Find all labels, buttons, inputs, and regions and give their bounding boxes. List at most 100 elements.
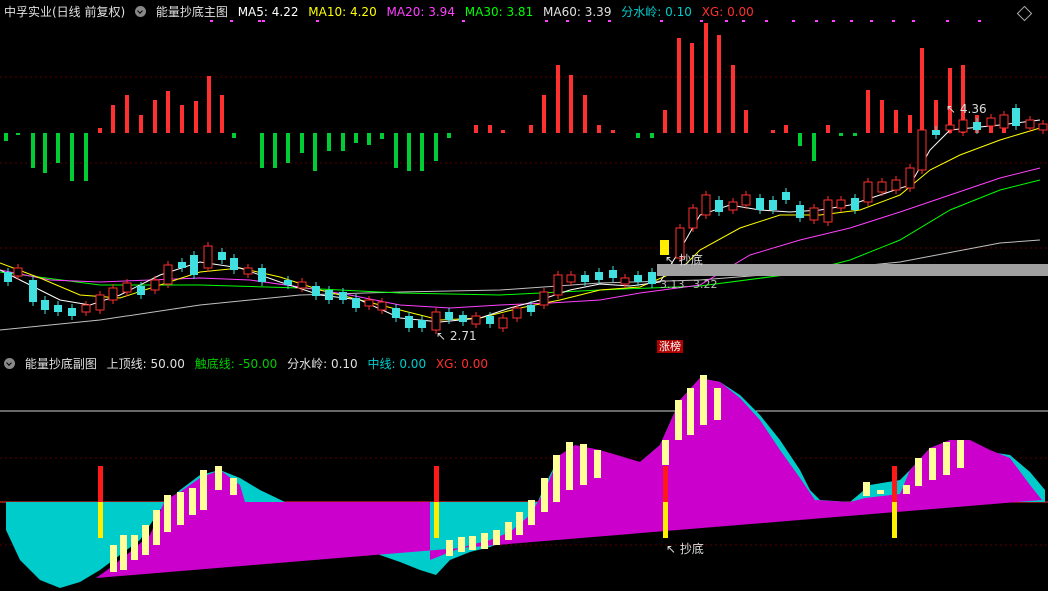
diamond-icon[interactable]: [1016, 5, 1033, 22]
energy-bar-red: [894, 110, 898, 133]
ma60-value: MA60: 3.39: [543, 5, 612, 19]
energy-bar-red: [220, 95, 224, 133]
energy-bar-green: [16, 133, 20, 135]
yellow-energy-bar: [516, 512, 523, 535]
fenshuiling-value: 分水岭: 0.10: [621, 5, 692, 19]
chaodi-sub-label: ↖ 抄底: [666, 542, 704, 556]
energy-bar-red: [717, 35, 721, 133]
top-line-value: 上顶线: 50.00: [106, 357, 185, 371]
energy-bar-green: [367, 133, 371, 145]
energy-bar-red: [529, 125, 533, 133]
candle-down: [595, 272, 603, 280]
candle-up: [431, 311, 441, 331]
energy-bar-green: [407, 133, 411, 171]
energy-bar-red: [194, 101, 198, 133]
candle-up: [81, 304, 91, 313]
stock-title[interactable]: 中孚实业(日线 前复权): [4, 5, 125, 19]
energy-bar-red: [569, 75, 573, 133]
sub-xg-value: XG: 0.00: [435, 357, 489, 371]
candle-down: [325, 290, 333, 300]
price-a-label: 3.13: [660, 278, 685, 291]
energy-bar-red: [704, 23, 708, 133]
main-indicator-name[interactable]: 能量抄底主图: [156, 5, 228, 19]
candle-up: [150, 279, 160, 291]
energy-bar-red: [690, 43, 694, 133]
energy-bar-green: [313, 133, 317, 171]
circle-dropdown-icon[interactable]: [4, 358, 15, 369]
candle-down: [4, 272, 12, 282]
yellow-energy-bar: [594, 450, 601, 478]
energy-bar-red: [207, 76, 211, 133]
ma5-value: MA5: 4.22: [237, 5, 299, 19]
energy-bar-green: [341, 133, 345, 151]
energy-bar-green: [812, 133, 816, 161]
energy-bar-green: [636, 133, 640, 138]
top-marker-dot: [566, 20, 569, 22]
top-marker-dot: [462, 20, 465, 22]
candle-down: [769, 200, 777, 210]
candle-up: [566, 274, 576, 283]
yellow-energy-bar: [481, 533, 488, 549]
energy-bar-green: [4, 133, 8, 141]
yellow-energy-bar: [553, 455, 560, 502]
energy-bar-green: [798, 133, 802, 146]
buy-signal-red: [663, 466, 668, 502]
candle-down: [178, 262, 186, 268]
top-marker-dot: [792, 20, 795, 22]
sub-indicator-name[interactable]: 能量抄底副图: [25, 357, 97, 371]
candle-down: [609, 270, 617, 278]
energy-bar-red: [880, 100, 884, 133]
top-marker-dot: [912, 20, 915, 22]
buy-signal-red: [98, 466, 103, 502]
yellow-energy-bar: [153, 510, 160, 545]
high-price-label: ↖ 4.36: [946, 102, 987, 116]
energy-bar-green: [43, 133, 47, 173]
energy-bar-red: [866, 90, 870, 133]
buy-signal-red: [434, 466, 439, 502]
yellow-energy-bar: [700, 375, 707, 425]
circle-dropdown-icon[interactable]: [135, 6, 147, 17]
yellow-energy-bar: [687, 388, 694, 435]
ma30-value: MA30: 3.81: [464, 5, 534, 19]
candle-down: [284, 280, 292, 285]
yellow-energy-bar: [714, 388, 721, 420]
sub-indicator-chart[interactable]: [0, 374, 1048, 591]
energy-bar-green: [84, 133, 88, 181]
main-price-chart[interactable]: [0, 20, 1048, 350]
energy-bar-green: [447, 133, 451, 138]
ma20-value: MA20: 3.94: [386, 5, 455, 19]
zhangbang-badge[interactable]: 涨榜: [657, 340, 683, 353]
candle-up: [809, 207, 819, 221]
candle-down: [527, 305, 535, 312]
candle-down: [392, 308, 400, 318]
yellow-energy-bar: [675, 400, 682, 440]
energy-bar-green: [70, 133, 74, 181]
candle-down: [445, 312, 453, 320]
candle-up: [945, 124, 955, 131]
energy-bar-red: [744, 110, 748, 133]
candle-up: [498, 317, 508, 329]
candle-down: [782, 192, 790, 200]
candle-down: [405, 316, 413, 328]
candle-up: [297, 281, 307, 289]
energy-bar-green: [327, 133, 331, 151]
yellow-energy-bar: [189, 488, 196, 515]
energy-bar-green: [31, 133, 35, 168]
energy-bar-red: [474, 125, 478, 133]
candle-up: [823, 199, 833, 223]
candle-up: [905, 167, 915, 189]
yellow-energy-bar: [541, 478, 548, 512]
energy-bar-red: [583, 95, 587, 133]
candle-up: [553, 274, 563, 296]
candle-up: [163, 264, 173, 285]
mid-line-value: 中线: 0.00: [367, 357, 427, 371]
candle-down: [230, 258, 238, 270]
candle-up: [701, 194, 711, 216]
candle-down: [581, 275, 589, 282]
top-marker-dot: [545, 20, 548, 22]
candle-up: [986, 117, 996, 127]
candle-down: [218, 252, 226, 260]
energy-bar-green: [839, 133, 843, 136]
top-marker-dot: [230, 20, 233, 22]
energy-bar-red: [663, 110, 667, 133]
